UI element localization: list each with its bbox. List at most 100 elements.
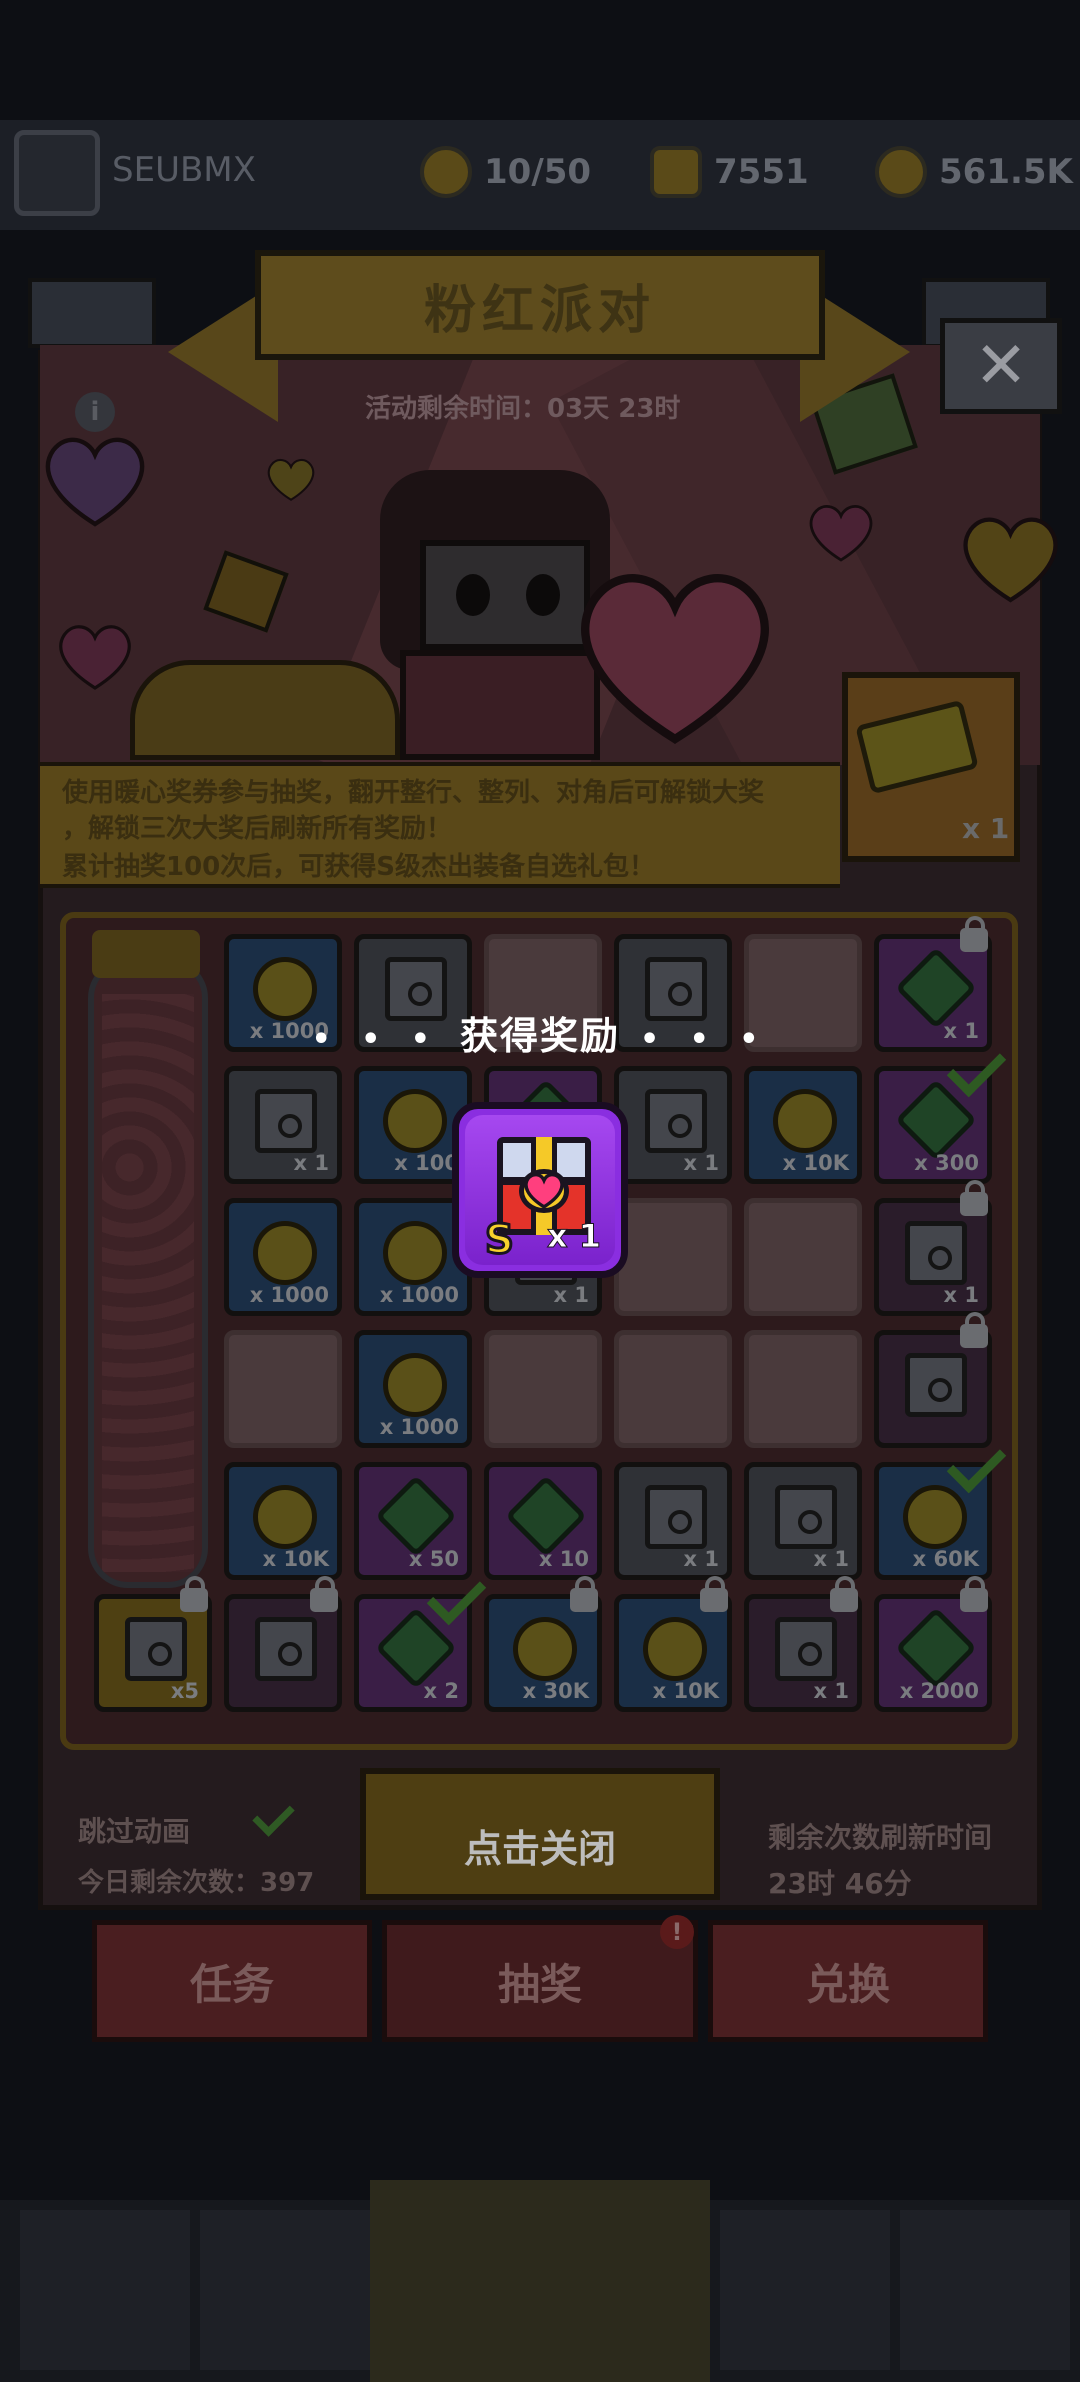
tab-badge: ! — [660, 1915, 694, 1949]
grid-cell[interactable]: x 1000 — [224, 1198, 342, 1316]
grid-cell[interactable] — [744, 1198, 862, 1316]
chest-icon — [905, 1353, 967, 1417]
grid-cell[interactable] — [224, 1330, 342, 1448]
jar-lid — [92, 930, 200, 978]
nav-item-center[interactable] — [370, 2180, 710, 2382]
grid-cell[interactable] — [614, 1198, 732, 1316]
resource-energy[interactable]: 10/50 — [420, 140, 591, 204]
heart-icon — [59, 625, 131, 690]
cell-quantity: x 1000 — [249, 1283, 329, 1307]
lock-icon — [830, 1576, 858, 1612]
event-title: 粉红派对 — [423, 280, 656, 341]
gem-icon — [650, 146, 702, 198]
left-corner-tab[interactable] — [28, 278, 156, 348]
cell-quantity: x5 — [170, 1679, 199, 1703]
grid-cell[interactable]: x 1 — [744, 1462, 862, 1580]
close-button[interactable]: ✕ — [940, 318, 1062, 414]
cell-quantity: x 1 — [293, 1151, 329, 1175]
coin-icon — [513, 1617, 577, 1681]
reward-qty: x 1 — [546, 1217, 601, 1256]
cell-quantity: x 60K — [912, 1547, 979, 1571]
chest-icon — [645, 1089, 707, 1153]
cell-quantity: x 10K — [782, 1151, 849, 1175]
resource-value: 10/50 — [484, 152, 592, 192]
grid-cell[interactable]: x 1 — [614, 1462, 732, 1580]
cell-quantity: x 300 — [914, 1151, 979, 1175]
cell-quantity: x 2 — [423, 1679, 459, 1703]
title-dots: • • • — [311, 1022, 440, 1057]
chest-icon — [645, 1485, 707, 1549]
chest-icon — [255, 1089, 317, 1153]
coin-icon — [773, 1089, 837, 1153]
cell-quantity: x 1 — [813, 1679, 849, 1703]
resource-coins[interactable]: 561.5K — [875, 140, 1073, 204]
reward-item[interactable]: S x 1 — [452, 1102, 628, 1278]
avatar[interactable] — [14, 130, 100, 216]
coin-icon — [383, 1353, 447, 1417]
cell-quantity: x 50 — [408, 1547, 459, 1571]
grid-cell[interactable]: x 1 — [614, 1066, 732, 1184]
lock-icon — [960, 1312, 988, 1348]
cell-quantity: x 1 — [683, 1547, 719, 1571]
coin-icon — [383, 1089, 447, 1153]
nav-item[interactable] — [20, 2210, 190, 2370]
cell-quantity: x 10 — [538, 1547, 589, 1571]
coin-icon — [253, 1485, 317, 1549]
grid-cell[interactable] — [614, 1330, 732, 1448]
chest-icon — [775, 1485, 837, 1549]
heart-icon — [524, 1173, 564, 1209]
lock-icon — [310, 1576, 338, 1612]
description-line: ，解锁三次大奖后刷新所有奖励！ — [62, 814, 453, 844]
cell-quantity: x 100 — [394, 1151, 459, 1175]
grid-cell[interactable]: x 10K — [744, 1066, 862, 1184]
nav-item[interactable] — [720, 2210, 890, 2370]
chest-icon — [905, 1221, 967, 1285]
tap-to-close[interactable]: 点击关闭 — [0, 1818, 1080, 1873]
heart-icon — [963, 517, 1058, 603]
cell-quantity: x 1 — [683, 1151, 719, 1175]
tab-lottery[interactable]: 抽奖 — [382, 1920, 698, 2042]
grid-cell[interactable]: x 10 — [484, 1462, 602, 1580]
chest-icon — [775, 1617, 837, 1681]
event-description: 使用暖心奖券参与抽奖，翻开整行、整列、对角后可解锁大奖 ，解锁三次大奖后刷新所有… — [40, 762, 840, 888]
coin-icon — [903, 1485, 967, 1549]
popup-title-text: 获得奖励 — [459, 1014, 620, 1058]
chest-icon — [255, 1617, 317, 1681]
energy-icon — [420, 146, 472, 198]
heart-icon — [45, 437, 145, 527]
coin-icon — [875, 146, 927, 198]
chest-icon — [125, 1617, 187, 1681]
coin-pile-art — [130, 660, 400, 760]
grid-cell[interactable] — [744, 1330, 862, 1448]
resource-gems[interactable]: 7551 — [650, 140, 809, 204]
cell-quantity: x 10K — [652, 1679, 719, 1703]
description-line: 累计抽奖100次后，可获得S级杰出装备自选礼包！ — [62, 852, 655, 882]
nav-item[interactable] — [200, 2210, 370, 2370]
lock-icon — [570, 1576, 598, 1612]
title-dots: • • • — [640, 1022, 769, 1057]
nav-item[interactable] — [900, 2210, 1070, 2370]
grid-cell[interactable]: x 1000 — [354, 1330, 472, 1448]
reward-popup-title: • • • 获得奖励 • • • — [0, 1005, 1080, 1060]
grid-cell[interactable]: x 1 — [224, 1066, 342, 1184]
heart-icon — [267, 459, 315, 502]
cell-quantity: x 1000 — [379, 1283, 459, 1307]
info-icon[interactable]: i — [75, 392, 115, 432]
coin-icon — [253, 1221, 317, 1285]
mascot-face — [420, 540, 590, 650]
player-name: SEUBMX — [112, 150, 256, 190]
cell-quantity: x 1 — [813, 1547, 849, 1571]
tab-exchange[interactable]: 兑换 — [708, 1920, 988, 2042]
grid-cell[interactable]: x 10K — [224, 1462, 342, 1580]
big-heart-icon — [581, 574, 769, 744]
coin-icon — [643, 1617, 707, 1681]
lock-icon — [700, 1576, 728, 1612]
cell-quantity: x 1 — [553, 1283, 589, 1307]
grid-cell[interactable] — [484, 1330, 602, 1448]
reward-grade: S — [484, 1216, 516, 1265]
cell-quantity: x 2000 — [899, 1679, 979, 1703]
description-line: 使用暖心奖券参与抽奖，翻开整行、整列、对角后可解锁大奖 — [62, 778, 765, 808]
gem-icon — [894, 1606, 978, 1690]
grid-cell[interactable]: x 50 — [354, 1462, 472, 1580]
tab-tasks[interactable]: 任务 — [92, 1920, 372, 2042]
